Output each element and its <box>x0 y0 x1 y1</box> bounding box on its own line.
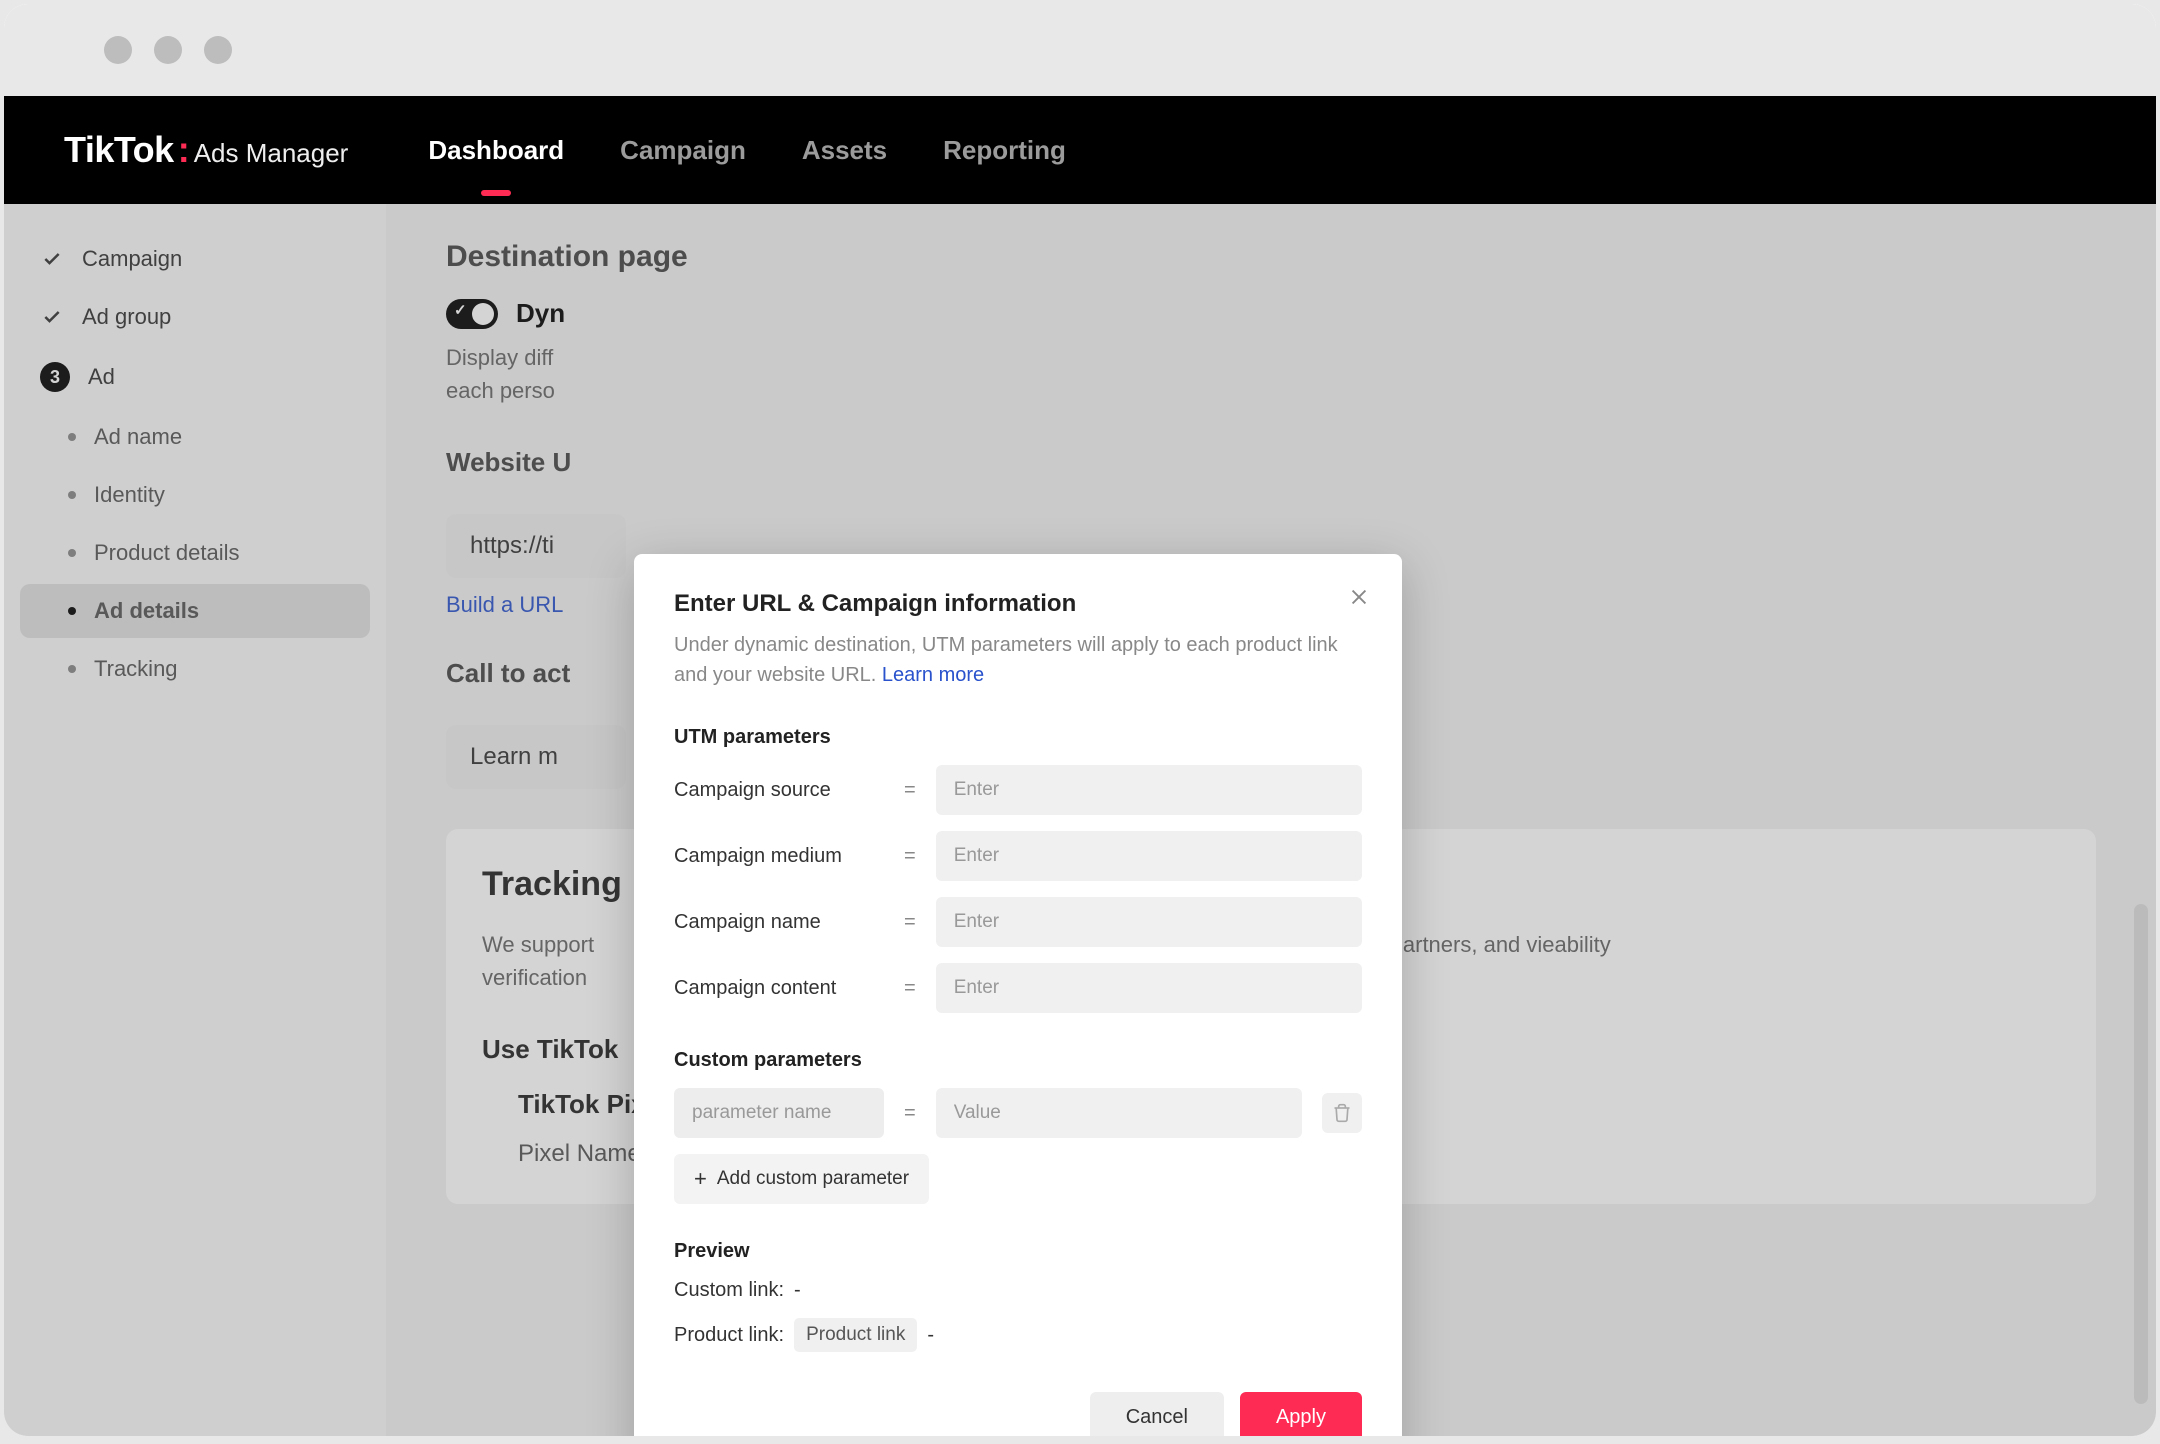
modal-actions: Cancel Apply <box>674 1392 1362 1436</box>
add-custom-label: Add custom parameter <box>717 1168 909 1190</box>
content-wrap: Campaign Ad group 3 Ad Ad name Identity <box>4 204 2156 1436</box>
tab-reporting[interactable]: Reporting <box>943 127 1066 174</box>
scrollbar[interactable] <box>2134 904 2148 1404</box>
custom-heading: Custom parameters <box>674 1049 1362 1072</box>
param-label: Campaign medium <box>674 845 884 868</box>
tab-dashboard[interactable]: Dashboard <box>428 127 564 174</box>
trash-icon <box>1332 1103 1352 1123</box>
equals-sign: = <box>904 1102 916 1125</box>
logo-brand: TikTok <box>64 129 174 171</box>
equals-sign: = <box>904 911 916 934</box>
logo[interactable]: TikTok : Ads Manager <box>64 129 348 171</box>
campaign-medium-input[interactable] <box>936 831 1362 881</box>
preview-heading: Preview <box>674 1240 1362 1263</box>
utm-heading: UTM parameters <box>674 726 1362 749</box>
param-label: Campaign source <box>674 779 884 802</box>
close-icon <box>1348 586 1370 608</box>
param-row-name: Campaign name = <box>674 897 1362 947</box>
product-link-label: Product link: <box>674 1324 784 1347</box>
param-row-content: Campaign content = <box>674 963 1362 1013</box>
param-label: Campaign name <box>674 911 884 934</box>
window-min-dot[interactable] <box>154 36 182 64</box>
campaign-content-input[interactable] <box>936 963 1362 1013</box>
apply-button[interactable]: Apply <box>1240 1392 1362 1436</box>
param-row-source: Campaign source = <box>674 765 1362 815</box>
campaign-source-input[interactable] <box>936 765 1362 815</box>
add-custom-param-button[interactable]: + Add custom parameter <box>674 1154 929 1204</box>
modal-subtitle: Under dynamic destination, UTM parameter… <box>674 630 1362 690</box>
nav-tabs: Dashboard Campaign Assets Reporting <box>428 127 1066 174</box>
plus-icon: + <box>694 1166 707 1192</box>
equals-sign: = <box>904 845 916 868</box>
close-button[interactable] <box>1348 586 1370 613</box>
learn-more-link[interactable]: Learn more <box>882 664 984 686</box>
product-link-chip[interactable]: Product link <box>794 1318 917 1352</box>
top-nav: TikTok : Ads Manager Dashboard Campaign … <box>4 96 2156 204</box>
custom-link-value: - <box>794 1279 801 1302</box>
param-label: Campaign content <box>674 977 884 1000</box>
equals-sign: = <box>904 977 916 1000</box>
custom-param-row: = <box>674 1088 1362 1138</box>
preview-product-link: Product link: Product link - <box>674 1318 1362 1352</box>
window-max-dot[interactable] <box>204 36 232 64</box>
tab-assets[interactable]: Assets <box>802 127 887 174</box>
param-row-medium: Campaign medium = <box>674 831 1362 881</box>
campaign-name-input[interactable] <box>936 897 1362 947</box>
product-link-suffix: - <box>927 1324 934 1347</box>
tab-campaign[interactable]: Campaign <box>620 127 746 174</box>
logo-colon: : <box>178 129 190 171</box>
url-campaign-modal: Enter URL & Campaign information Under d… <box>634 554 1402 1436</box>
preview-custom-link: Custom link: - <box>674 1279 1362 1302</box>
browser-frame: TikTok : Ads Manager Dashboard Campaign … <box>4 4 2156 1436</box>
cancel-button[interactable]: Cancel <box>1090 1392 1224 1436</box>
custom-param-value-input[interactable] <box>936 1088 1302 1138</box>
app-body: TikTok : Ads Manager Dashboard Campaign … <box>4 96 2156 1436</box>
custom-link-label: Custom link: <box>674 1279 784 1302</box>
logo-suffix: Ads Manager <box>194 138 349 169</box>
browser-titlebar <box>4 4 2156 96</box>
window-close-dot[interactable] <box>104 36 132 64</box>
custom-param-name-input[interactable] <box>674 1088 884 1138</box>
delete-param-button[interactable] <box>1322 1093 1362 1133</box>
modal-title: Enter URL & Campaign information <box>674 590 1362 618</box>
equals-sign: = <box>904 779 916 802</box>
